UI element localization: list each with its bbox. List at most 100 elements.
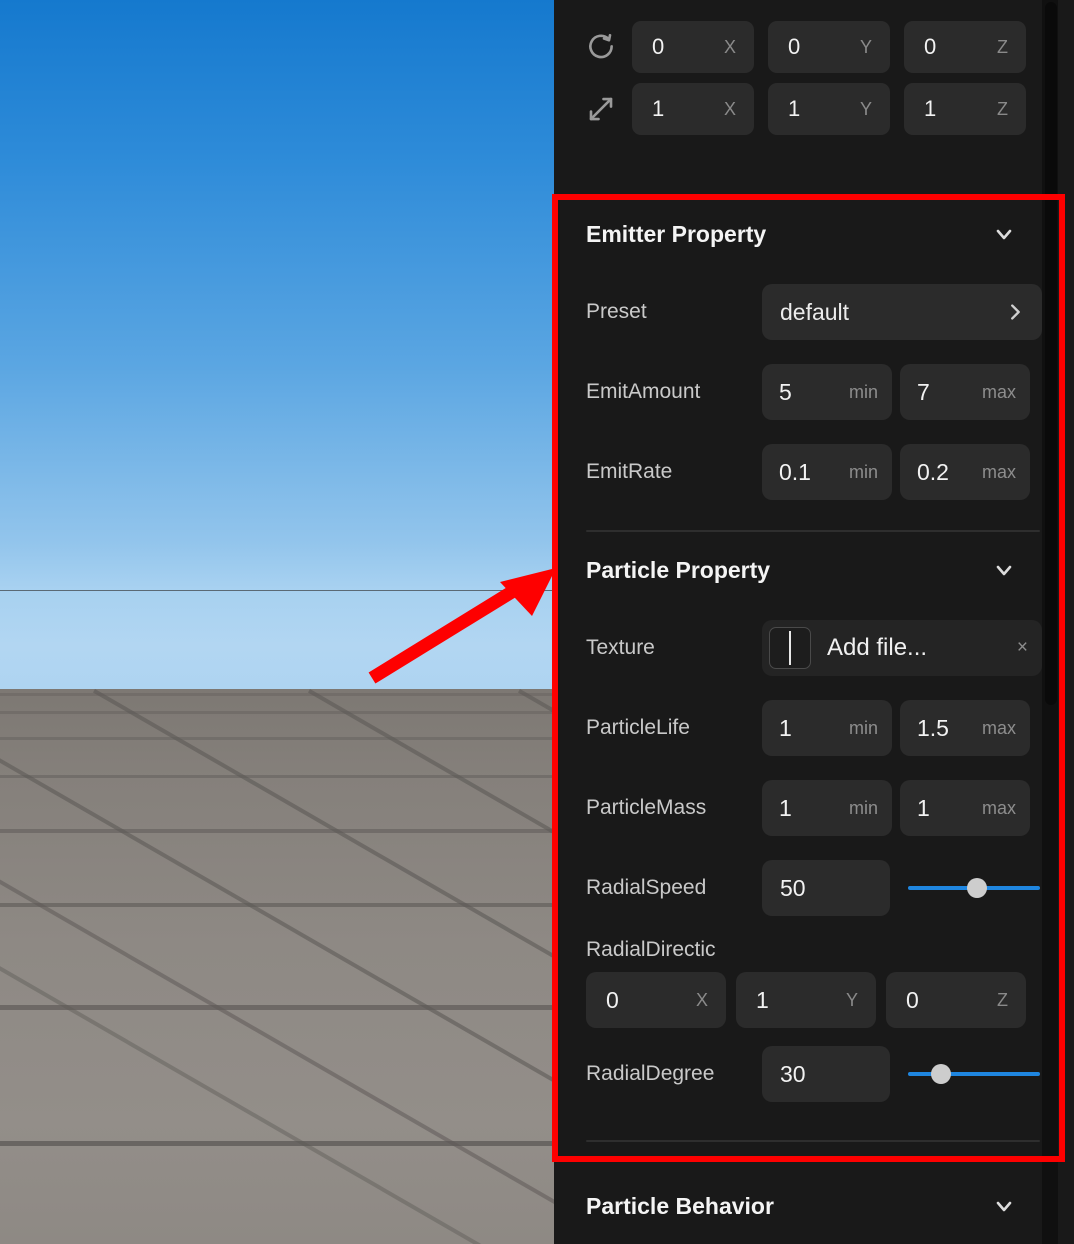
radial-direction-z-axis-label: Z (997, 989, 1008, 1010)
radial-speed-slider[interactable] (908, 876, 1040, 900)
particle-mass-row: ParticleMass 1 min 1 max (554, 768, 1058, 848)
emit-amount-max-tag: max (981, 381, 1016, 402)
particle-mass-min-input[interactable]: 1 min (762, 780, 892, 836)
radial-degree-slider-track (908, 1072, 1040, 1076)
app-root: 0 X 0 Y 0 Z 1 X 1 Y 1 Z Emitter Property… (0, 0, 1074, 1244)
emit-amount-min-value: 5 (779, 378, 792, 405)
section-particle-behavior: Particle Behavior (554, 1168, 1058, 1244)
sky-gradient (0, 0, 554, 591)
particle-life-min-tag: min (848, 717, 878, 738)
emit-rate-label: EmitRate (586, 460, 673, 483)
rotation-y-field[interactable]: 0 Y (768, 21, 890, 73)
radial-speed-input[interactable]: 50 (762, 860, 890, 916)
scale-x-axis-label: X (723, 98, 736, 119)
scale-row: 1 X 1 Y 1 Z (554, 78, 1058, 140)
3d-scene-viewport[interactable] (0, 0, 554, 1244)
emit-amount-fields: 5 min 7 max (762, 364, 1030, 420)
particle-mass-fields: 1 min 1 max (762, 780, 1030, 836)
radial-direction-y-value: 1 (756, 986, 769, 1013)
radial-direction-x-input[interactable]: 0 X (586, 972, 726, 1028)
particle-life-row: ParticleLife 1 min 1.5 max (554, 688, 1058, 768)
particle-mass-label: ParticleMass (586, 796, 707, 819)
radial-direction-z-input[interactable]: 0 Z (886, 972, 1026, 1028)
sky-lower-band (0, 591, 554, 690)
scale-z-axis-label: Z (997, 98, 1008, 119)
rotation-z-value: 0 (924, 34, 937, 59)
radial-direction-label: RadialDirectic (586, 938, 716, 961)
preset-value: default (780, 298, 850, 325)
rotation-y-axis-label: Y (859, 36, 872, 57)
scale-y-field[interactable]: 1 Y (768, 83, 890, 135)
scale-y-axis-label: Y (859, 98, 872, 119)
radial-speed-control: 50 (762, 860, 1040, 916)
ground-grid-plane (0, 689, 554, 1244)
particle-life-label: ParticleLife (586, 716, 690, 739)
rotate-icon[interactable] (584, 30, 618, 64)
emit-amount-min-tag: min (848, 381, 878, 402)
rotation-y-value: 0 (788, 34, 801, 59)
rotation-x-value: 0 (652, 34, 665, 59)
chevron-down-icon[interactable] (992, 222, 1016, 246)
section-divider (586, 1140, 1040, 1142)
emit-amount-label: EmitAmount (586, 380, 701, 403)
scale-x-field[interactable]: 1 X (632, 83, 754, 135)
emit-rate-max-value: 0.2 (917, 458, 949, 485)
properties-panel: 0 X 0 Y 0 Z 1 X 1 Y 1 Z Emitter Property… (554, 0, 1074, 1244)
scale-z-value: 1 (924, 96, 937, 121)
section-emitter-property: Emitter Property Preset default EmitAmou… (554, 196, 1058, 532)
chevron-down-icon[interactable] (992, 558, 1016, 582)
scale-icon[interactable] (584, 92, 618, 126)
particle-property-title: Particle Property (586, 556, 771, 583)
particle-mass-max-tag: max (981, 797, 1016, 818)
chevron-down-icon[interactable] (992, 1194, 1016, 1218)
particle-life-fields: 1 min 1.5 max (762, 700, 1030, 756)
radial-degree-control: 30 (762, 1046, 1040, 1102)
rotation-z-field[interactable]: 0 Z (904, 21, 1026, 73)
preset-select[interactable]: default (762, 284, 1042, 340)
radial-direction-fields: 0 X 1 Y 0 Z (554, 962, 1058, 1028)
scale-y-value: 1 (788, 96, 801, 121)
preset-row: Preset default (554, 272, 1058, 352)
particle-mass-max-value: 1 (917, 794, 930, 821)
radial-degree-value: 30 (780, 1060, 806, 1087)
particle-life-max-input[interactable]: 1.5 max (900, 700, 1030, 756)
emitter-property-header[interactable]: Emitter Property (554, 196, 1058, 272)
radial-speed-slider-thumb[interactable] (966, 878, 987, 898)
particle-mass-max-input[interactable]: 1 max (900, 780, 1030, 836)
texture-label: Texture (586, 636, 655, 659)
vertical-scrollbar-thumb[interactable] (1045, 2, 1057, 705)
texture-file-picker[interactable]: Add file... × (762, 620, 1042, 676)
emit-amount-max-input[interactable]: 7 max (900, 364, 1030, 420)
section-particle-property: Particle Property Texture Add file... × (554, 532, 1058, 1142)
radial-degree-row: RadialDegree 30 (554, 1034, 1058, 1114)
rotation-x-axis-label: X (723, 36, 736, 57)
emit-rate-max-input[interactable]: 0.2 max (900, 444, 1030, 500)
radial-direction-x-axis-label: X (695, 989, 708, 1010)
particle-property-header[interactable]: Particle Property (554, 532, 1058, 608)
scale-x-value: 1 (652, 96, 665, 121)
particle-life-min-input[interactable]: 1 min (762, 700, 892, 756)
texture-thumbnail[interactable] (769, 627, 811, 669)
rotation-x-field[interactable]: 0 X (632, 21, 754, 73)
close-icon[interactable]: × (1017, 637, 1028, 659)
radial-speed-value: 50 (780, 874, 806, 901)
radial-direction-y-input[interactable]: 1 Y (736, 972, 876, 1028)
emit-rate-row: EmitRate 0.1 min 0.2 max (554, 432, 1058, 512)
particle-mass-min-tag: min (848, 797, 878, 818)
emit-amount-min-input[interactable]: 5 min (762, 364, 892, 420)
transform-controls: 0 X 0 Y 0 Z 1 X 1 Y 1 Z (554, 0, 1058, 140)
radial-speed-row: RadialSpeed 50 (554, 848, 1058, 928)
scale-z-field[interactable]: 1 Z (904, 83, 1026, 135)
radial-degree-slider-thumb[interactable] (931, 1064, 951, 1084)
particle-behavior-title: Particle Behavior (586, 1192, 774, 1219)
radial-degree-input[interactable]: 30 (762, 1046, 890, 1102)
radial-degree-label: RadialDegree (586, 1062, 715, 1085)
rotation-row: 0 X 0 Y 0 Z (554, 16, 1058, 78)
radial-degree-slider[interactable] (908, 1062, 1040, 1086)
chevron-right-icon[interactable] (1004, 301, 1042, 323)
particle-behavior-header[interactable]: Particle Behavior (554, 1168, 1058, 1244)
radial-speed-label: RadialSpeed (586, 876, 707, 899)
properties-scroll-area[interactable]: Emitter Property Preset default EmitAmou… (554, 196, 1058, 1162)
emit-rate-min-input[interactable]: 0.1 min (762, 444, 892, 500)
emit-rate-fields: 0.1 min 0.2 max (762, 444, 1030, 500)
